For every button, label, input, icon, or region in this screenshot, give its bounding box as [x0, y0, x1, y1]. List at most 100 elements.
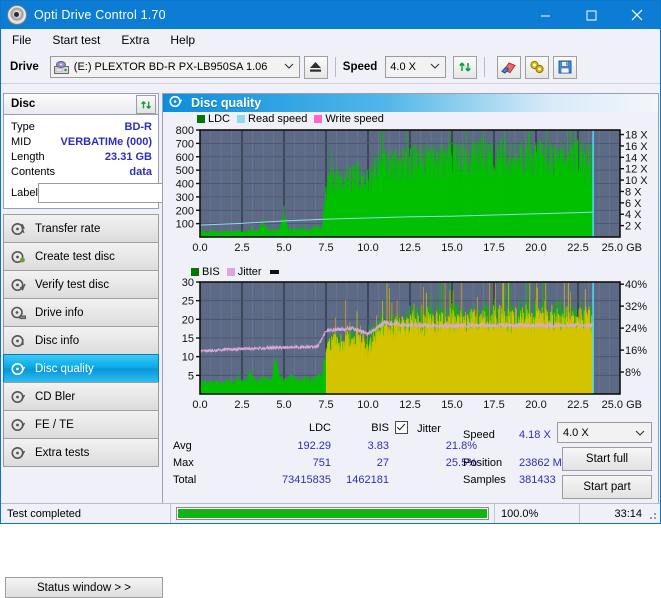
menu-help[interactable]: Help — [168, 31, 204, 49]
svg-text:10.0: 10.0 — [357, 399, 378, 411]
resize-grip[interactable] — [646, 509, 658, 521]
svg-text:4 X: 4 X — [625, 209, 642, 221]
sidebar-label: Drive info — [35, 306, 84, 319]
legend-label-ldc: LDC — [208, 113, 231, 125]
svg-text:7.5: 7.5 — [318, 399, 333, 411]
disc-row-type: Type BD-R — [11, 119, 152, 134]
page-title: Disc quality — [191, 96, 262, 110]
legend-label-jitter: Jitter — [237, 266, 262, 278]
legend-label-write-speed: Write speed — [325, 113, 384, 125]
sidebar-item-create-test-disc[interactable]: Create test disc — [3, 242, 159, 271]
disc-quality-icon — [11, 362, 26, 376]
eject-button[interactable] — [303, 55, 328, 79]
nav-list: Transfer rate Create test disc Verify te… — [3, 214, 159, 467]
svg-text:600: 600 — [176, 152, 194, 164]
svg-text:0.0: 0.0 — [192, 242, 207, 254]
stats-total-bis: 1462181 — [346, 474, 389, 486]
svg-text:10.0: 10.0 — [357, 242, 378, 254]
svg-text:6 X: 6 X — [625, 198, 642, 210]
settings-button[interactable] — [525, 55, 550, 79]
menu-extra[interactable]: Extra — [119, 31, 158, 49]
svg-text:17.5: 17.5 — [483, 242, 504, 254]
progress-bar — [176, 507, 489, 520]
svg-text:12.5: 12.5 — [399, 242, 420, 254]
title-bar: Opti Drive Control 1.70 — [1, 1, 660, 29]
chevron-down-icon — [284, 61, 294, 73]
svg-text:14 X: 14 X — [625, 152, 648, 164]
svg-text:5: 5 — [188, 370, 194, 382]
svg-text:800: 800 — [176, 125, 194, 137]
stats-max-bis: 27 — [376, 457, 389, 469]
drive-toolbar: Drive (E:) PLEXTOR BD-R PX-LB950SA 1.06 … — [1, 51, 660, 84]
sidebar-item-fe-te[interactable]: FE / TE — [3, 410, 159, 439]
sidebar-item-disc-quality[interactable]: Disc quality — [3, 354, 159, 383]
speed-select[interactable]: 4.0 X — [385, 56, 447, 78]
sidebar-label: Disc quality — [35, 362, 94, 375]
svg-text:0.0: 0.0 — [192, 399, 207, 411]
stats-row-max-label: Max — [173, 457, 194, 469]
sidebar-item-drive-info[interactable]: Drive info — [3, 298, 159, 327]
stats-avg-jitter: 21.8% — [445, 440, 477, 452]
svg-text:300: 300 — [176, 192, 194, 204]
svg-text:500: 500 — [176, 165, 194, 177]
bis-jitter-chart[interactable]: 5 10 15 20 25 30 8% 16% 24% 32% 40% 0.0 2.5 5.0 7.5 10.… — [163, 262, 660, 422]
svg-text:32%: 32% — [625, 301, 647, 313]
drive-select[interactable]: (E:) PLEXTOR BD-R PX-LB950SA 1.06 — [49, 56, 300, 78]
svg-text:15.0: 15.0 — [441, 399, 462, 411]
samples-value: 381433 — [519, 474, 556, 486]
jitter-checkbox[interactable] — [395, 421, 408, 434]
legend-swatch-ldc — [197, 115, 205, 123]
stats-col-bis: BIS — [371, 422, 389, 434]
svg-text:200: 200 — [176, 205, 194, 217]
close-icon[interactable] — [614, 1, 660, 29]
legend-swatch-jitter — [226, 268, 235, 276]
refresh-button[interactable] — [453, 55, 478, 79]
ldc-chart[interactable]: 100 200300400 500600 700800 2 X4 X6 X8 X10 X… — [163, 112, 660, 262]
svg-text:25.0 GB: 25.0 GB — [602, 242, 642, 254]
sidebar-item-cd-bler[interactable]: CD Bler — [3, 382, 159, 411]
maximize-icon[interactable] — [568, 1, 614, 29]
menu-file[interactable]: File — [10, 31, 40, 49]
sidebar-item-disc-info[interactable]: Disc info — [3, 326, 159, 355]
legend-label-read-speed: Read speed — [248, 113, 308, 125]
svg-text:20.0: 20.0 — [525, 242, 546, 254]
disc-quality-icon — [169, 95, 183, 111]
menu-start-test[interactable]: Start test — [50, 31, 109, 49]
disc-extra-icon — [11, 446, 26, 460]
minimize-icon[interactable] — [522, 1, 568, 29]
disc-verify-icon — [11, 278, 26, 292]
disc-label-key: Label — [11, 186, 38, 199]
svg-text:100: 100 — [176, 219, 194, 231]
start-full-button[interactable]: Start full — [562, 447, 652, 471]
progress-percent: 100.0% — [494, 504, 580, 523]
sidebar: Disc Type BD-R MID VERBATIMe (000) Lengt… — [3, 93, 241, 598]
stats-total-ldc: 73415835 — [282, 474, 331, 486]
sidebar-item-extra-tests[interactable]: Extra tests — [3, 438, 159, 467]
chevron-down-icon — [430, 61, 440, 73]
app-disc-icon — [7, 5, 27, 25]
start-part-button[interactable]: Start part — [562, 475, 652, 499]
disc-key-contents: Contents — [11, 165, 56, 178]
jitter-checkbox-group[interactable]: Jitter — [395, 421, 441, 435]
test-speed-select[interactable]: 4.0 X — [557, 422, 652, 443]
svg-text:25.0 GB: 25.0 GB — [602, 399, 642, 411]
stats-max-ldc: 751 — [312, 457, 331, 469]
status-window-button[interactable]: Status window > > — [5, 577, 163, 598]
erase-button[interactable] — [497, 55, 522, 79]
sidebar-item-transfer-rate[interactable]: Transfer rate — [3, 214, 159, 243]
disc-create-icon — [11, 250, 26, 264]
drive-value: (E:) PLEXTOR BD-R PX-LB950SA 1.06 — [73, 61, 268, 73]
samples-label: Samples — [463, 474, 506, 486]
disc-refresh-button[interactable] — [136, 95, 156, 114]
disc-fete-icon — [11, 418, 26, 432]
disc-key-type: Type — [11, 120, 35, 133]
stats-row-avg-label: Avg — [173, 440, 192, 452]
sidebar-item-verify-test-disc[interactable]: Verify test disc — [3, 270, 159, 299]
svg-text:18 X: 18 X — [625, 130, 648, 142]
panel-header: Disc quality — [163, 94, 658, 112]
svg-text:15.0: 15.0 — [441, 242, 462, 254]
save-button[interactable] — [553, 55, 578, 79]
window-title: Opti Drive Control 1.70 — [34, 8, 166, 22]
disc-value-length: 23.31 GB — [104, 150, 152, 163]
speed-value: 4.0 X — [390, 61, 416, 73]
